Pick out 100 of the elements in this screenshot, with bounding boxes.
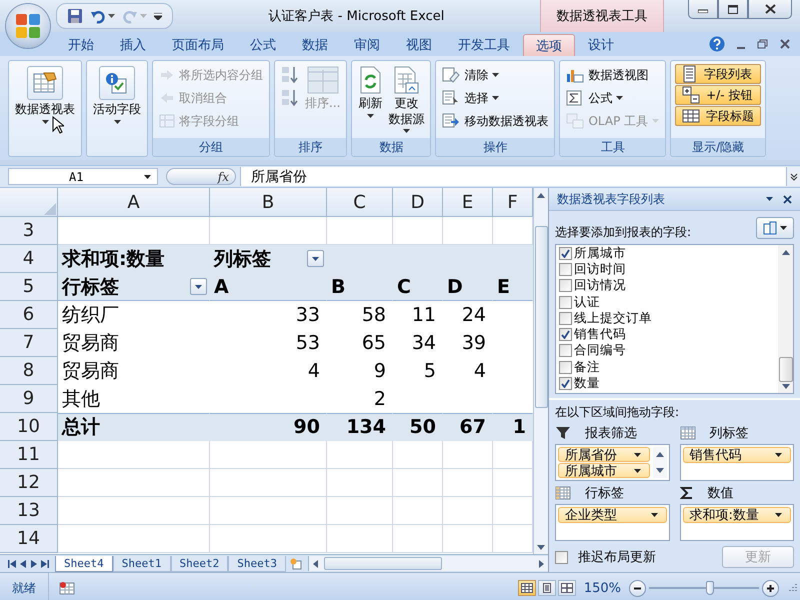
- row-header[interactable]: 14: [0, 525, 58, 553]
- table-cell: 67: [443, 413, 493, 441]
- row-header[interactable]: 5: [0, 273, 58, 301]
- column-header[interactable]: F: [493, 188, 533, 217]
- ribbon-button[interactable]: 移动数据透视表: [440, 110, 550, 132]
- table-cell: 50: [393, 413, 443, 441]
- table-cell-text: 53: [294, 330, 321, 356]
- row-header[interactable]: 10: [0, 413, 58, 441]
- ribbon-tab[interactable]: 开始: [55, 34, 107, 56]
- table-cell: 134: [327, 413, 393, 441]
- table-cell-text: 33: [294, 302, 321, 328]
- field-label[interactable]: 合同编号: [574, 342, 626, 360]
- toggle-button[interactable]: 字段标题: [675, 106, 762, 126]
- row-header[interactable]: 4: [0, 245, 58, 273]
- field-chip[interactable]: 销售代码: [682, 447, 791, 463]
- ribbon-tab[interactable]: 公式: [237, 34, 289, 56]
- row-header[interactable]: 3: [0, 217, 58, 245]
- table-cell-text: 贸易商: [61, 358, 120, 384]
- table-cell-text: 58: [360, 302, 387, 328]
- area-label: 报表筛选: [585, 424, 637, 442]
- table-cell-text: 贸易商: [61, 330, 120, 356]
- ribbon-button[interactable]: 清除: [440, 64, 550, 86]
- area-label: 数值: [708, 484, 734, 502]
- row-header[interactable]: 12: [0, 469, 58, 497]
- table-cell-text: 4: [472, 358, 487, 384]
- group-label: 操作: [436, 138, 554, 156]
- table-cell: 求和项:数量: [58, 245, 210, 273]
- checkbox-label[interactable]: 推迟布局更新: [578, 548, 656, 566]
- ribbon-tab[interactable]: 插入: [107, 34, 159, 56]
- field-chip[interactable]: 企业类型: [558, 507, 666, 523]
- drag-prompt: 在以下区域间拖动字段:: [555, 404, 680, 421]
- drop-area[interactable]: 企业类型: [555, 504, 670, 541]
- table-cell-text: 9: [372, 358, 387, 384]
- ribbon-button[interactable]: 数据透视图: [564, 64, 662, 86]
- table-cell-text: 5: [422, 358, 437, 384]
- field-chip[interactable]: 所属省份: [558, 447, 650, 462]
- table-cell-text: 39: [460, 330, 487, 356]
- sheet-tab[interactable]: Sheet1: [112, 556, 170, 572]
- field-label[interactable]: 所属城市: [574, 245, 626, 262]
- field-prompt: 选择要添加到报表的字段:: [555, 224, 692, 241]
- ribbon-tab[interactable]: 开发工具: [445, 34, 523, 56]
- ribbon-tab[interactable]: 视图: [393, 34, 445, 56]
- table-cell-text: 列标签: [214, 246, 271, 272]
- ribbon-tab[interactable]: 选项: [523, 34, 575, 56]
- table-cell-text: 11: [410, 302, 437, 328]
- area-label: 列标签: [710, 424, 748, 442]
- table-cell: 90: [210, 413, 327, 441]
- insert-function-button[interactable]: fx: [218, 170, 229, 184]
- row-header[interactable]: 7: [0, 329, 58, 357]
- column-header[interactable]: E: [443, 188, 493, 217]
- field-label[interactable]: 回访时间: [574, 260, 626, 278]
- row-header[interactable]: 11: [0, 441, 58, 469]
- table-cell: 1: [493, 413, 533, 441]
- table-cell-text: 65: [360, 330, 387, 356]
- panel-title: 数据透视表字段列表: [557, 190, 666, 208]
- ribbon-tab[interactable]: 设计: [575, 34, 627, 56]
- toggle-button[interactable]: 字段列表: [675, 64, 762, 84]
- table-cell: A: [210, 273, 327, 301]
- field-label[interactable]: 回访情况: [574, 277, 626, 294]
- sheet-tab[interactable]: Sheet4: [55, 556, 113, 572]
- sheet-tab[interactable]: Sheet3: [228, 556, 286, 572]
- ribbon-tab[interactable]: 页面布局: [159, 34, 237, 56]
- area-label: 行标签: [585, 484, 624, 502]
- ribbon-tab[interactable]: 数据: [289, 34, 341, 56]
- toggle-button[interactable]: +/- 按钮: [675, 85, 762, 105]
- column-header[interactable]: B: [210, 188, 327, 217]
- row-header[interactable]: 9: [0, 385, 58, 413]
- field-label[interactable]: 销售代码: [574, 326, 626, 344]
- drop-area[interactable]: 销售代码: [680, 444, 794, 481]
- name-box[interactable]: A1: [8, 168, 158, 185]
- table-cell: 总计: [58, 413, 210, 441]
- group-label: 分组: [153, 138, 269, 156]
- field-label[interactable]: 备注: [574, 358, 600, 376]
- table-cell-text: 4: [306, 358, 321, 384]
- row-header[interactable]: 13: [0, 497, 58, 525]
- column-header[interactable]: D: [393, 188, 443, 217]
- sheet-tab[interactable]: Sheet2: [170, 556, 228, 572]
- table-cell-text: 34: [410, 330, 437, 356]
- field-label[interactable]: 认证: [574, 294, 600, 311]
- table-cell: E: [493, 273, 533, 301]
- field-chip[interactable]: 求和项:数量: [682, 507, 791, 523]
- row-header[interactable]: 6: [0, 301, 58, 329]
- row-header[interactable]: 8: [0, 357, 58, 385]
- field-label[interactable]: 线上提交订单: [574, 310, 652, 327]
- drop-area[interactable]: 求和项:数量: [680, 504, 794, 541]
- ribbon-button[interactable]: 刷新: [356, 64, 384, 136]
- status-text: 就绪: [0, 573, 49, 600]
- ribbon-button[interactable]: 选择: [440, 87, 550, 109]
- table-cell: C: [393, 273, 443, 301]
- table-cell: D: [443, 273, 493, 301]
- column-header[interactable]: A: [58, 188, 210, 217]
- column-header[interactable]: C: [327, 188, 393, 217]
- formula-field[interactable]: 所属省份: [240, 167, 786, 186]
- zoom-level[interactable]: 150%: [576, 580, 629, 596]
- table-cell-text: 2: [372, 386, 387, 412]
- ribbon-button[interactable]: 公式: [564, 87, 662, 109]
- ribbon-tab[interactable]: 审阅: [341, 34, 393, 56]
- field-label[interactable]: 数量: [574, 375, 600, 392]
- ribbon-button[interactable]: 更改 数据源: [386, 64, 426, 136]
- group-label: 数据: [352, 138, 430, 156]
